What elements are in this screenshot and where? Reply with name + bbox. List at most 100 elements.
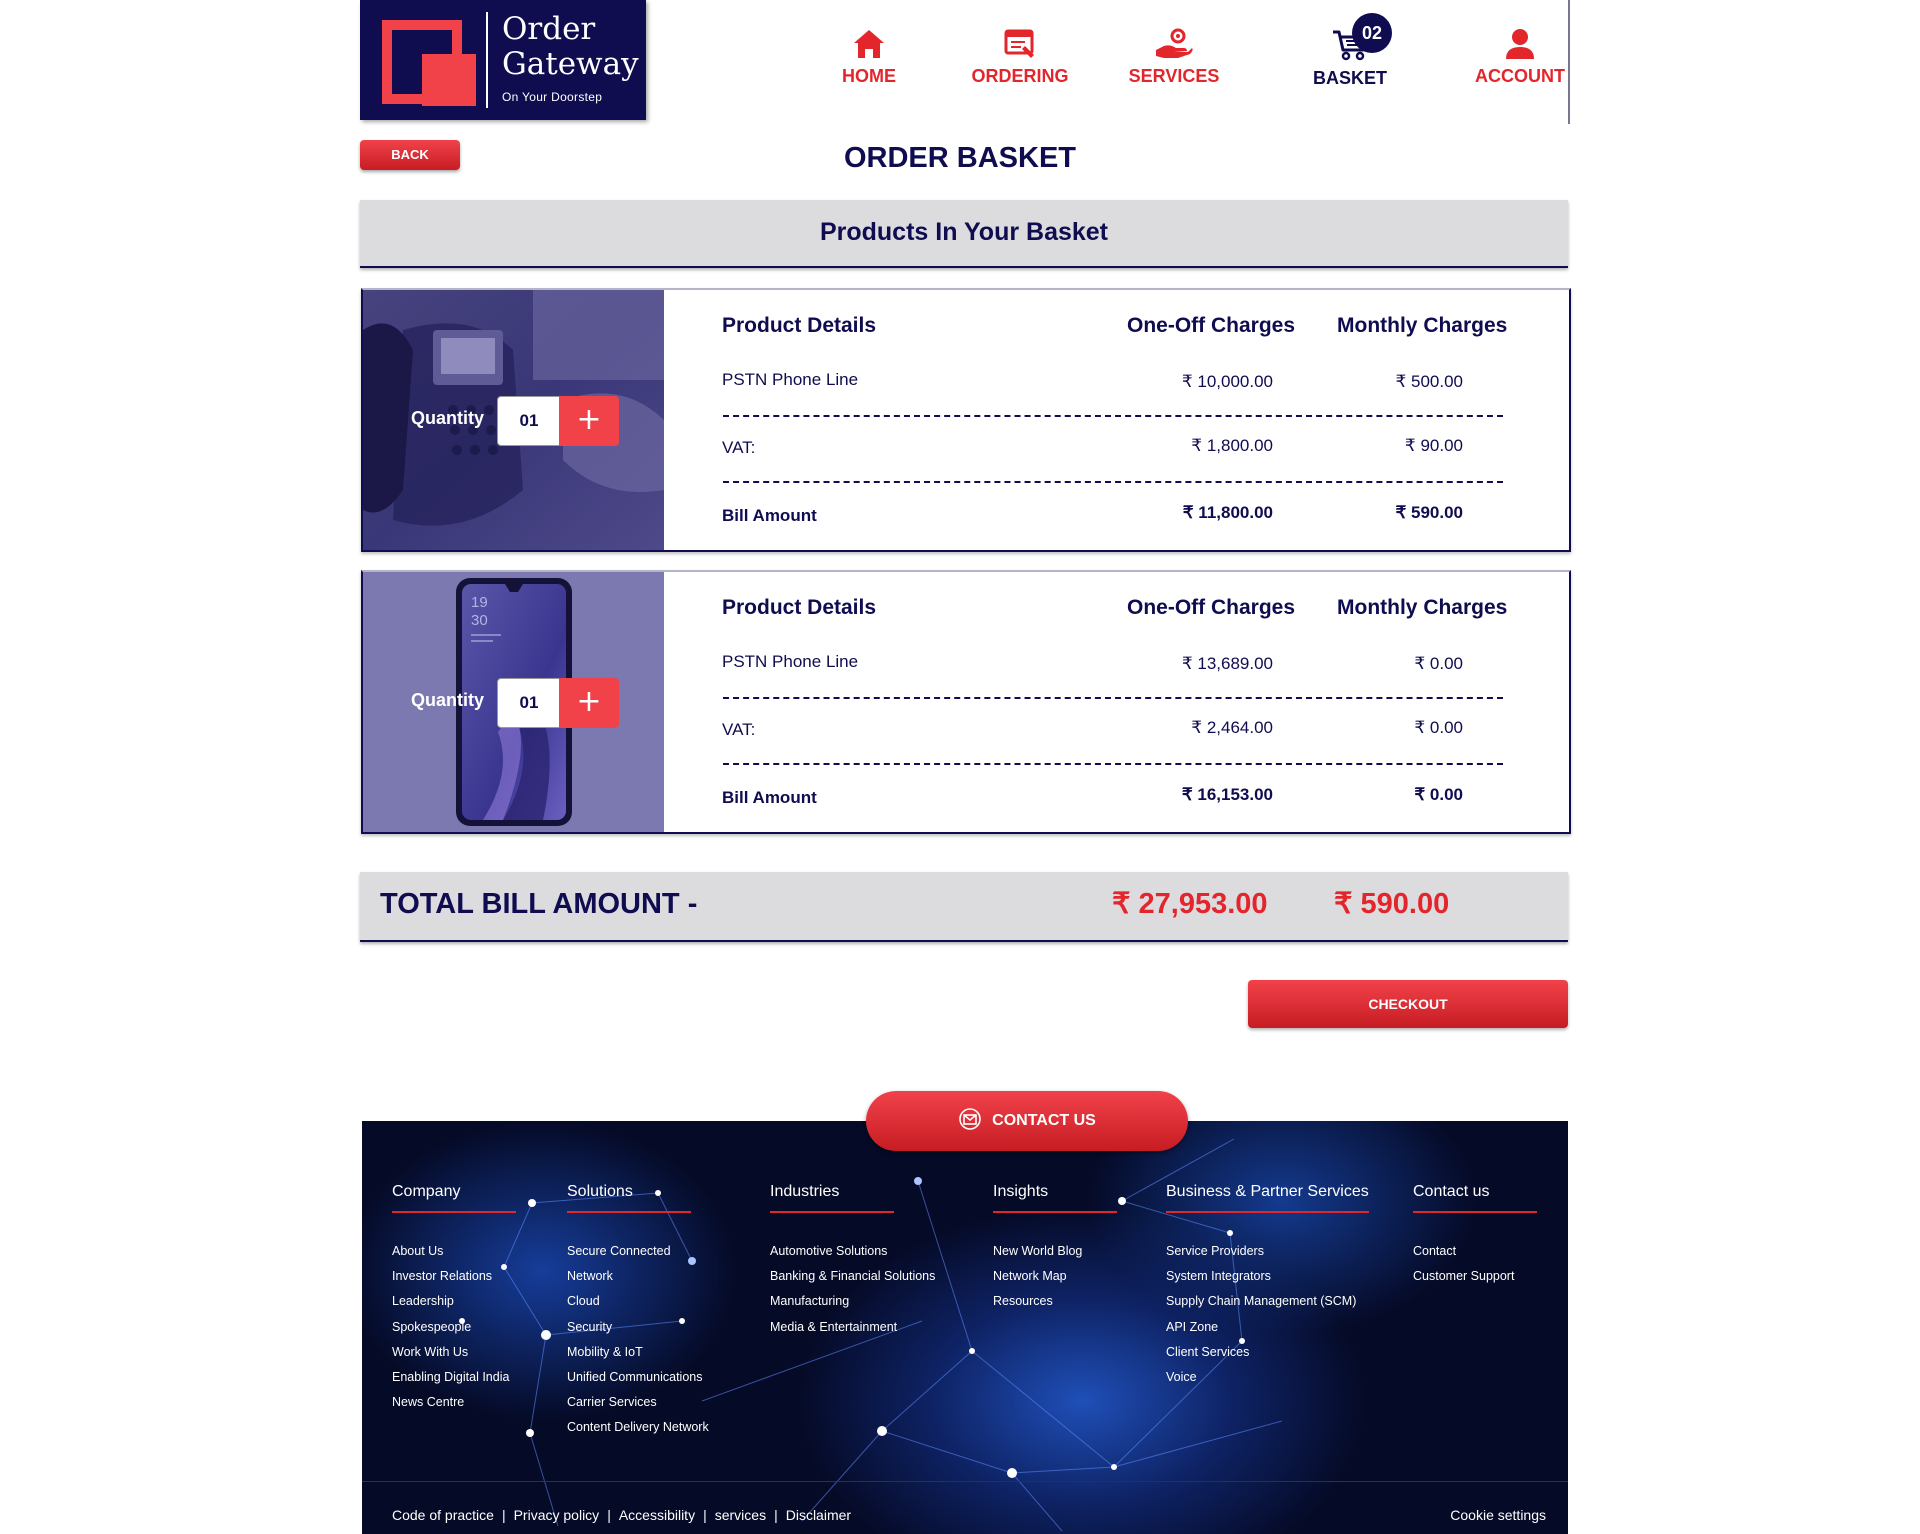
home-icon: [854, 30, 884, 58]
footer-link[interactable]: Leadership: [392, 1289, 516, 1314]
legal-link-accessibility[interactable]: Accessibility: [619, 1507, 695, 1523]
footer-link[interactable]: Spokespeople: [392, 1315, 516, 1340]
footer-link[interactable]: Media & Entertainment: [770, 1315, 935, 1340]
footer-column-business-partner: Business & Partner Services Service Prov…: [1166, 1181, 1369, 1390]
nav-home[interactable]: HOME: [809, 28, 929, 92]
nav-basket[interactable]: BASKET: [1290, 28, 1410, 92]
dashed-divider: [723, 697, 1503, 699]
logo-square-fill: [422, 54, 476, 106]
footer-column-insights: Insights New World Blog Network Map Reso…: [993, 1181, 1117, 1315]
nav-services-label: SERVICES: [1128, 66, 1220, 86]
footer-link[interactable]: API Zone: [1166, 1315, 1369, 1340]
footer-column-contact: Contact us Contact Customer Support: [1413, 1181, 1537, 1289]
footer-link[interactable]: Work With Us: [392, 1340, 516, 1365]
checkout-button[interactable]: CHECKOUT: [1248, 980, 1568, 1028]
bill-amount-label: Bill Amount: [722, 788, 817, 807]
footer-heading: Insights: [993, 1183, 1117, 1213]
bill-monthly: ₹ 0.00: [1414, 785, 1463, 804]
logo-title: Order Gateway: [502, 12, 639, 82]
monthly-charge: ₹ 0.00: [1414, 654, 1463, 673]
footer-link[interactable]: New World Blog: [993, 1239, 1117, 1264]
footer-link[interactable]: Network: [567, 1264, 709, 1289]
legal-separator: |: [774, 1507, 778, 1523]
legal-link-services[interactable]: services: [715, 1507, 766, 1523]
product-name: PSTN Phone Line: [722, 370, 859, 389]
logo-title-line2: Gateway: [502, 46, 639, 82]
one-off-charge: ₹ 13,689.00: [1181, 654, 1273, 673]
footer-link[interactable]: Contact: [1413, 1239, 1537, 1264]
column-header-product-details: Product Details: [722, 596, 877, 619]
footer-link[interactable]: Service Providers: [1166, 1239, 1369, 1264]
legal-link-privacy-policy[interactable]: Privacy policy: [514, 1507, 600, 1523]
quantity-plus-button[interactable]: +: [559, 678, 619, 728]
footer-link[interactable]: Enabling Digital India: [392, 1365, 516, 1390]
total-one-off: ₹ 27,953.00: [1112, 888, 1268, 920]
column-header-product-details: Product Details: [722, 314, 877, 337]
back-button[interactable]: BACK: [360, 140, 460, 170]
vat-monthly: ₹ 0.00: [1414, 718, 1463, 737]
products-heading-bar: Products In Your Basket: [360, 200, 1568, 268]
site-footer: Company About Us Investor Relations Lead…: [362, 1121, 1568, 1534]
footer-link[interactable]: Mobility & IoT: [567, 1340, 709, 1365]
footer-link[interactable]: Customer Support: [1413, 1264, 1537, 1289]
footer-link[interactable]: Resources: [993, 1289, 1117, 1314]
footer-link[interactable]: Client Services: [1166, 1340, 1369, 1365]
services-icon: [1156, 28, 1193, 58]
footer-heading: Contact us: [1413, 1183, 1537, 1213]
column-header-one-off: One-Off Charges: [1127, 596, 1296, 619]
contact-us-label: CONTACT US: [992, 1112, 1096, 1129]
basket-item: Quantity 01 + Product Details One-Off Ch…: [361, 288, 1571, 552]
total-monthly: ₹ 590.00: [1334, 888, 1450, 920]
dashed-divider: [723, 415, 1503, 417]
footer-link[interactable]: Supply Chain Management (SCM): [1166, 1289, 1369, 1314]
nav-ordering[interactable]: ORDERING: [960, 28, 1080, 92]
footer-link[interactable]: Carrier Services: [567, 1390, 709, 1415]
logo-divider: [486, 12, 488, 108]
footer-link[interactable]: Cloud: [567, 1289, 709, 1314]
legal-link-code-of-practice[interactable]: Code of practice: [392, 1507, 494, 1523]
bill-one-off: ₹ 11,800.00: [1182, 503, 1273, 522]
footer-heading: Solutions: [567, 1183, 691, 1213]
monthly-charge: ₹ 500.00: [1395, 372, 1463, 391]
order-gateway-logo[interactable]: Order Gateway On Your Doorstep: [360, 0, 646, 120]
legal-separator: |: [501, 1507, 506, 1523]
vat-label: VAT:: [722, 438, 756, 457]
one-off-charge: ₹ 10,000.00: [1181, 372, 1273, 391]
basket-count-badge: 02: [1352, 13, 1392, 53]
legal-separator: |: [607, 1507, 611, 1523]
bill-amount-label: Bill Amount: [722, 506, 817, 525]
footer-link[interactable]: Content Delivery Network: [567, 1415, 709, 1440]
footer-link[interactable]: Secure Connected: [567, 1239, 709, 1264]
footer-link[interactable]: System Integrators: [1166, 1264, 1369, 1289]
footer-link[interactable]: News Centre: [392, 1390, 516, 1415]
footer-link[interactable]: Voice: [1166, 1365, 1369, 1390]
footer-link[interactable]: About Us: [392, 1239, 516, 1264]
phone-clock-minutes: 30: [471, 612, 488, 629]
phone-clock-hours: 19: [471, 594, 488, 611]
footer-column-industries: Industries Automotive Solutions Banking …: [770, 1181, 935, 1340]
contact-us-button[interactable]: CONTACT US: [866, 1091, 1188, 1151]
quantity-plus-button[interactable]: +: [559, 396, 619, 446]
products-heading: Products In Your Basket: [819, 218, 1109, 246]
footer-link[interactable]: Security: [567, 1315, 709, 1340]
footer-link[interactable]: Banking & Financial Solutions: [770, 1264, 935, 1289]
column-header-monthly: Monthly Charges: [1337, 314, 1508, 337]
bill-one-off: ₹ 16,153.00: [1181, 785, 1273, 804]
footer-link[interactable]: Investor Relations: [392, 1264, 516, 1289]
nav-ordering-label: ORDERING: [971, 66, 1069, 86]
footer-link[interactable]: Manufacturing: [770, 1289, 935, 1314]
vat-one-off: ₹ 2,464.00: [1191, 718, 1273, 737]
nav-home-label: HOME: [842, 66, 896, 86]
quantity-field[interactable]: 01: [497, 396, 561, 446]
legal-link-disclaimer[interactable]: Disclaimer: [786, 1507, 851, 1523]
footer-link[interactable]: Network Map: [993, 1264, 1117, 1289]
footer-heading: Company: [392, 1183, 516, 1213]
quantity-field[interactable]: 01: [497, 678, 561, 728]
cookie-settings-link[interactable]: Cookie settings: [1450, 1507, 1546, 1523]
logo-title-line1: Order: [502, 11, 596, 47]
nav-services[interactable]: SERVICES: [1114, 28, 1234, 92]
footer-link[interactable]: Unified Communications: [567, 1365, 709, 1390]
footer-link[interactable]: Automotive Solutions: [770, 1239, 935, 1264]
total-bill-bar: TOTAL BILL AMOUNT - ₹ 27,953.00 ₹ 590.00: [360, 872, 1568, 942]
nav-account[interactable]: ACCOUNT: [1460, 28, 1580, 92]
